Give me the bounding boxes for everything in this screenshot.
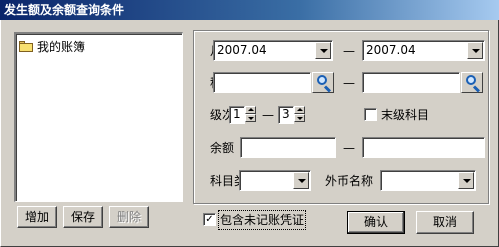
month-to-value: 2007.04 [366,43,416,57]
add-button[interactable]: 增加 [17,206,57,228]
range-separator: — [343,44,355,58]
check-icon: ✓ [205,214,214,225]
chevron-down-icon[interactable] [293,172,309,189]
currency-select[interactable] [380,170,476,191]
subject-to-input[interactable] [362,72,460,93]
subject-from-input[interactable] [213,72,311,93]
tree-item-label: 我的账簿 [37,40,86,54]
month-from-select[interactable]: 2007.04 [213,40,333,61]
include-unposted-checkbox[interactable]: ✓ [203,213,216,226]
last-level-label: 末级科目 [381,108,430,122]
range-separator: — [262,108,274,122]
cancel-button[interactable]: 取消 [416,211,474,234]
window-title: 发生额及余额查询条件 [0,0,499,20]
balance-to-input[interactable] [362,137,485,158]
include-unposted-label: 包含未记账凭证 [217,210,307,230]
level-to-spinner[interactable] [294,106,305,123]
currency-label: 外币名称 [325,174,374,188]
chevron-down-icon[interactable] [315,42,331,59]
ok-button[interactable]: 确认 [347,211,405,234]
chevron-down-icon[interactable] [458,172,474,189]
subject-from-search-button[interactable] [312,72,334,93]
chevron-down-icon[interactable] [467,42,483,59]
level-from-input[interactable]: 1 [229,106,245,124]
balance-label: 余额 [210,141,235,155]
tree-item-my-books[interactable]: 我的账簿 [19,38,85,55]
subject-type-select[interactable] [239,170,311,191]
folder-icon [19,41,33,52]
range-separator: — [343,76,355,90]
month-to-select[interactable]: 2007.04 [362,40,485,61]
level-to-input[interactable]: 3 [278,106,294,124]
range-separator: — [343,141,355,155]
delete-button[interactable]: 删除 [109,206,149,228]
last-level-checkbox[interactable] [364,108,377,121]
balance-from-input[interactable] [240,137,336,158]
account-book-tree[interactable]: 我的账簿 [14,32,183,202]
level-from-spinner[interactable] [245,106,256,123]
save-button[interactable]: 保存 [63,206,103,228]
subject-to-search-button[interactable] [461,72,483,93]
month-from-value: 2007.04 [217,43,267,57]
